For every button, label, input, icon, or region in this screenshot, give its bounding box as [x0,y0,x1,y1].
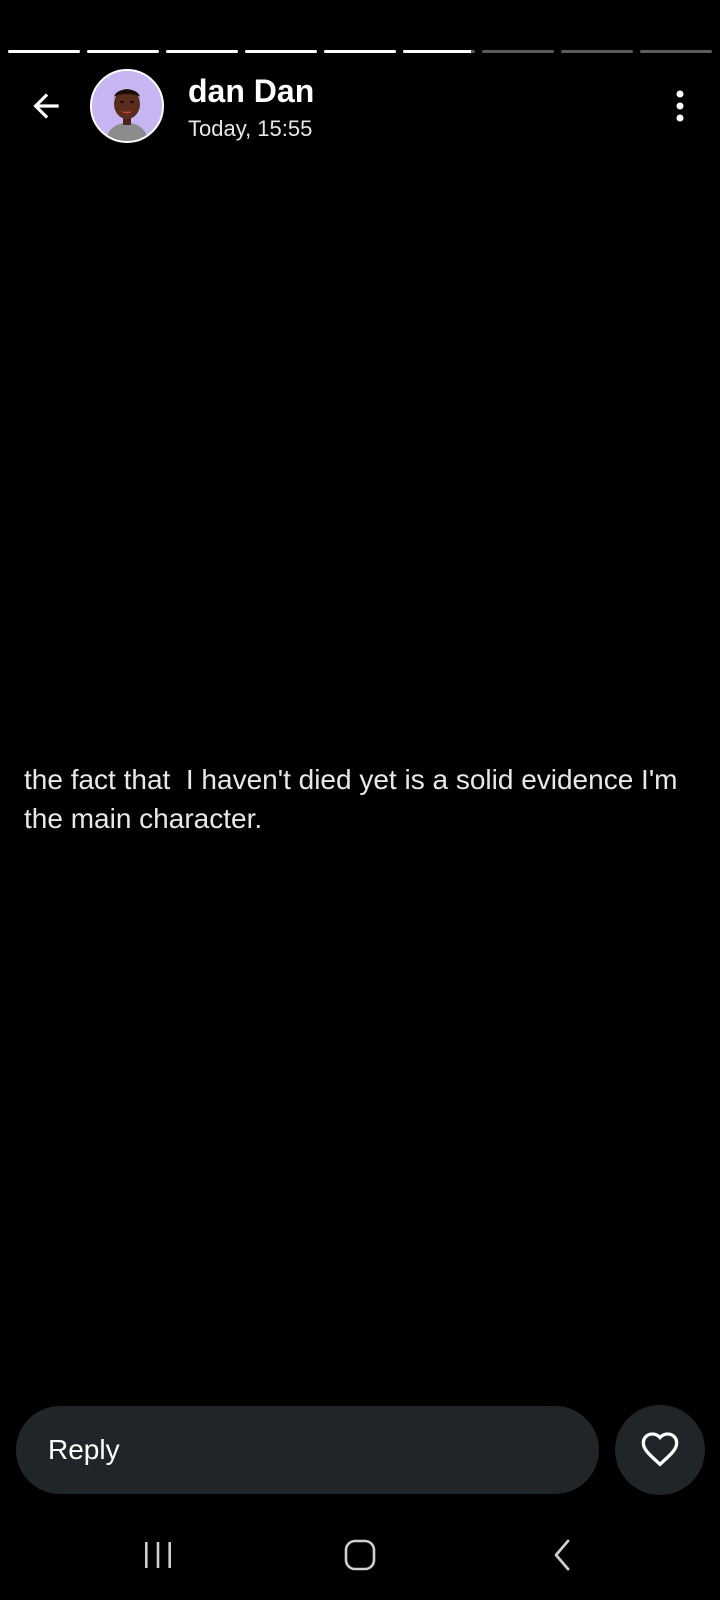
progress-segment [245,50,317,53]
status-text: the fact that I haven't died yet is a so… [24,764,686,834]
reply-input[interactable] [46,1433,599,1467]
progress-segment [403,50,475,53]
more-options-button[interactable] [660,82,700,130]
back-button[interactable] [22,82,70,130]
progress-segment-fill [166,50,238,53]
progress-segment [482,50,554,53]
recents-icon [145,1542,171,1568]
progress-segment-fill [87,50,159,53]
avatar-image [92,71,162,141]
progress-segment [561,50,633,53]
status-header: dan Dan Today, 15:55 [0,68,720,144]
arrow-left-icon [33,93,59,119]
avatar[interactable] [90,69,164,143]
recents-button[interactable] [128,1525,188,1585]
progress-segment-fill [8,50,80,53]
progress-segment [87,50,159,53]
progress-segment [166,50,238,53]
progress-segment-fill [324,50,396,53]
progress-segment [8,50,80,53]
like-button[interactable] [615,1405,705,1495]
status-time: Today, 15:55 [188,116,313,141]
nav-back-icon [554,1539,570,1571]
heart-outline-icon [641,1432,679,1467]
home-icon [344,1539,376,1571]
home-button[interactable] [330,1525,390,1585]
progress-segment [324,50,396,53]
system-navigation-bar [0,1515,720,1595]
progress-segment-fill [245,50,317,53]
contact-name: dan Dan [188,73,315,109]
progress-segment-fill [403,50,472,53]
reply-box[interactable] [16,1406,599,1494]
more-vertical-icon [676,90,684,122]
progress-segment [640,50,712,53]
nav-back-button[interactable] [532,1525,592,1585]
story-progress-bar [8,50,712,54]
